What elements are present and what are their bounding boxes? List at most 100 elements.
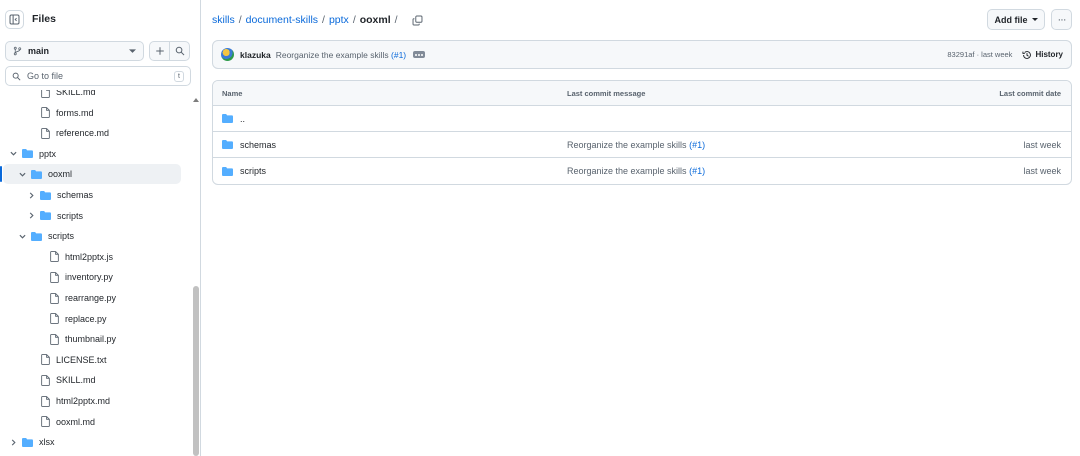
breadcrumb-link-pptx[interactable]: pptx — [329, 14, 349, 26]
tree-item-label: ooxml.md — [56, 416, 96, 427]
tree-folder-scripts[interactable]: scripts — [3, 206, 181, 226]
tree-file-skill-md[interactable]: SKILL.md — [3, 370, 181, 390]
add-file-label: Add file — [994, 14, 1028, 25]
folder-icon — [31, 169, 42, 179]
chevron-down-icon — [18, 172, 26, 177]
table-cell-name[interactable]: scripts — [240, 166, 266, 176]
tree-folder-ooxml[interactable]: ooxml — [0, 164, 181, 185]
folder-icon — [222, 166, 233, 176]
breadcrumb-link-document-skills[interactable]: document-skills — [246, 14, 318, 26]
scrollbar-thumb[interactable] — [193, 286, 199, 456]
tree-folder-pptx[interactable]: pptx — [3, 144, 181, 164]
tree-folder-schemas[interactable]: schemas — [3, 185, 181, 205]
commit-message-text: Reorganize the example skills — [275, 49, 389, 60]
scroll-up-arrow-icon[interactable] — [193, 98, 199, 102]
avatar[interactable] — [221, 48, 234, 61]
file-tree: SKILL.md forms.md reference.md pptx ooxml sch… — [0, 90, 192, 456]
column-header-name: Name — [222, 88, 243, 98]
table-cell-message[interactable]: Reorganize the example skills — [567, 140, 687, 150]
tree-file-inventory-py[interactable]: inventory.py — [3, 267, 181, 287]
tree-item-label: html2pptx.js — [65, 251, 114, 262]
folder-icon — [31, 231, 42, 241]
folder-icon — [22, 149, 33, 159]
sidebar-scrollbar[interactable] — [192, 94, 200, 456]
commit-sha-time[interactable]: 83291af · last week — [947, 50, 1012, 59]
search-icon — [175, 46, 184, 56]
tree-item-label: xlsx — [39, 437, 55, 448]
tree-file-html2pptx-js[interactable]: html2pptx.js — [3, 247, 181, 267]
tree-expander[interactable] — [26, 191, 36, 199]
tree-expander[interactable] — [17, 233, 27, 240]
file-tree-sidebar: Files main Go to file t SKILL.md forms.md… — [0, 0, 201, 456]
parent-directory-link[interactable]: .. — [240, 114, 245, 124]
tree-item-label: reference.md — [56, 128, 110, 139]
file-icon — [41, 354, 50, 366]
add-file-sidebar-button[interactable] — [149, 41, 170, 61]
directory-file-table: Name Last commit message Last commit dat… — [212, 80, 1072, 185]
tree-file-ooxml-md[interactable]: ooxml.md — [3, 412, 181, 432]
tree-expander[interactable] — [17, 171, 27, 178]
commit-author[interactable]: klazuka — [240, 50, 271, 60]
file-icon — [50, 333, 59, 345]
tree-file-thumbnail-py[interactable]: thumbnail.py — [3, 329, 181, 349]
search-icon — [12, 72, 21, 80]
commit-pr-link[interactable]: (#1) — [391, 50, 406, 60]
tree-item-label: rearrange.py — [65, 293, 117, 303]
chevron-down-icon — [18, 234, 26, 239]
tree-file-rearrange-py[interactable]: rearrange.py — [3, 288, 181, 308]
file-icon — [41, 127, 50, 139]
tree-item-label: thumbnail.py — [65, 334, 117, 345]
breadcrumb-separator: / — [352, 14, 356, 26]
tree-file-skill-md[interactable]: SKILL.md — [3, 90, 181, 102]
table-row[interactable]: schemas Reorganize the example skills (#1… — [213, 132, 1071, 158]
table-row[interactable]: scripts Reorganize the example skills (#1… — [213, 158, 1071, 184]
sidebar-title: Files — [32, 13, 56, 25]
add-file-button[interactable]: Add file — [987, 9, 1045, 30]
plus-icon — [155, 47, 164, 55]
tree-item-label: SKILL.md — [56, 375, 96, 386]
file-icon — [50, 251, 59, 263]
tree-file-forms-md[interactable]: forms.md — [3, 103, 181, 123]
breadcrumb-separator: / — [394, 14, 398, 26]
tree-expander[interactable] — [8, 439, 18, 446]
tree-item-label: pptx — [39, 148, 57, 159]
search-files-button[interactable] — [169, 41, 190, 61]
tree-file-license-txt[interactable]: LICENSE.txt — [3, 350, 181, 370]
table-cell-name[interactable]: schemas — [240, 140, 276, 150]
tree-expander[interactable] — [8, 150, 18, 157]
tree-item-label: SKILL.md — [56, 90, 96, 97]
tree-item-label: replace.py — [65, 313, 107, 324]
more-options-button[interactable]: ··· — [1051, 9, 1072, 30]
tree-file-reference-md[interactable]: reference.md — [3, 123, 181, 143]
expand-commit-message-button[interactable] — [413, 51, 426, 58]
tree-expander[interactable] — [26, 212, 36, 219]
git-branch-icon — [13, 46, 22, 56]
table-cell-pr-link[interactable]: (#1) — [689, 140, 705, 150]
sidebar-header: Files — [5, 8, 56, 30]
commit-message[interactable]: Reorganize the example skills (#1) — [276, 50, 406, 60]
go-to-file-placeholder: Go to file — [27, 71, 64, 81]
tree-file-html2pptx-md[interactable]: html2pptx.md — [3, 391, 181, 411]
tree-folder-xlsx[interactable]: xlsx — [3, 432, 181, 452]
branch-name: main — [28, 46, 50, 56]
keyboard-shortcut-hint: t — [174, 70, 184, 82]
tree-file-replace-py[interactable]: replace.py — [3, 309, 181, 329]
table-row-parent-directory[interactable]: .. — [213, 106, 1071, 132]
history-button[interactable]: History — [1022, 50, 1063, 60]
table-cell-message[interactable]: Reorganize the example skills — [567, 166, 687, 176]
tree-folder-scripts[interactable]: scripts — [3, 226, 181, 246]
breadcrumb-link-skills[interactable]: skills — [212, 14, 235, 26]
folder-icon — [22, 437, 33, 447]
branch-selector[interactable]: main — [5, 41, 144, 61]
breadcrumb-separator: / — [322, 14, 325, 26]
copy-path-button[interactable] — [412, 15, 423, 26]
go-to-file-input[interactable]: Go to file t — [5, 66, 191, 86]
copy-icon — [412, 15, 423, 25]
collapse-sidebar-button[interactable] — [5, 9, 24, 29]
chevron-down-icon — [1031, 18, 1038, 21]
table-cell-pr-link[interactable]: (#1) — [689, 166, 705, 176]
tree-item-label: ooxml — [48, 169, 73, 180]
breadcrumb-separator: / — [238, 14, 242, 26]
chevron-right-icon — [29, 212, 34, 219]
sidebar-collapse-icon — [9, 14, 20, 24]
